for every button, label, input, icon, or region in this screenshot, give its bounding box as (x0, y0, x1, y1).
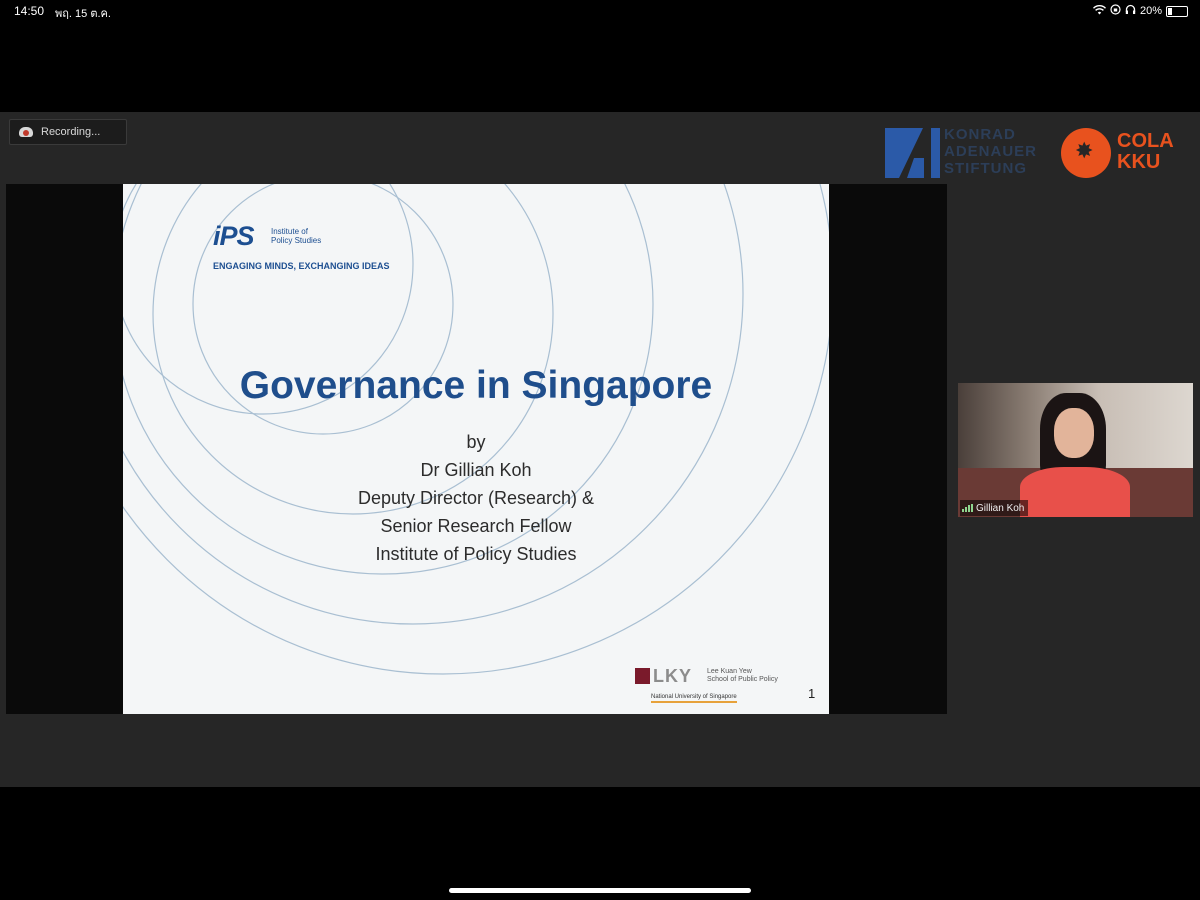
kas-logo-text: KONRAD ADENAUER STIFTUNG (944, 126, 1037, 177)
nus-name: National University of Singapore (651, 694, 737, 703)
byline-role-1: Deputy Director (Research) & (357, 488, 595, 508)
ips-logo: iPS (213, 221, 255, 251)
kas-logo-icon (885, 128, 940, 178)
status-date: พฤ. 15 ต.ค. (55, 8, 111, 20)
cola-logo-icon (1061, 128, 1111, 178)
lky-school-line-1: Lee Kuan Yew (707, 668, 752, 675)
ips-logo-name: Institute of Policy Studies (271, 227, 351, 245)
battery-icon (1166, 5, 1188, 17)
battery-level (1168, 7, 1172, 15)
participant-video[interactable] (958, 383, 1193, 517)
signal-strength-icon (962, 504, 973, 512)
lky-school-name: Lee Kuan Yew School of Public Policy (707, 668, 778, 684)
participant-name-tag: Gillian Koh (960, 500, 1029, 516)
ips-name-line-2: Policy Studies (271, 236, 322, 245)
status-bar: 14:50 พฤ. 15 ต.ค. 20% (0, 0, 1200, 22)
status-indicators: 20% (1092, 4, 1188, 18)
slide-page-number: 1 (808, 686, 816, 701)
cola-logo-text: COLA KKU (1117, 131, 1174, 173)
byline-by: by (466, 432, 486, 452)
byline-organization: Institute of Policy Studies (375, 544, 577, 564)
presentation-slide: iPS Institute of Policy Studies ENGAGING… (123, 184, 829, 714)
slide-title: Governance in Singapore (239, 364, 713, 407)
participant-body (1020, 467, 1130, 517)
rotation-lock-icon (1110, 4, 1121, 18)
lky-logo-letters: LKY (653, 666, 692, 686)
cola-line-1: COLA (1117, 130, 1174, 152)
ips-name-line-1: Institute of (271, 227, 308, 236)
wifi-icon (1092, 4, 1106, 18)
kas-line-1: KONRAD (944, 126, 1016, 143)
cola-line-2: KKU (1117, 151, 1161, 173)
slide-byline: by Dr Gillian Koh Deputy Director (Resea… (123, 428, 829, 568)
home-indicator[interactable] (449, 888, 751, 893)
battery-percent: 20% (1139, 5, 1162, 17)
recording-indicator[interactable]: Recording... (9, 119, 127, 145)
headphones-icon (1125, 4, 1136, 18)
byline-author: Dr Gillian Koh (420, 460, 532, 480)
ips-tagline: ENGAGING MINDS, EXCHANGING IDEAS (213, 261, 390, 271)
participant-face (1054, 408, 1094, 458)
status-time: 14:50 (14, 4, 45, 18)
lky-logo-icon (635, 668, 650, 684)
kas-line-3: STIFTUNG (944, 160, 1027, 177)
cloud-recording-icon (19, 127, 33, 137)
participant-name: Gillian Koh (976, 502, 1025, 514)
byline-role-2: Senior Research Fellow (380, 516, 572, 536)
kas-line-2: ADENAUER (944, 143, 1038, 160)
recording-label: Recording... (41, 126, 101, 138)
lky-school-line-2: School of Public Policy (707, 676, 778, 683)
